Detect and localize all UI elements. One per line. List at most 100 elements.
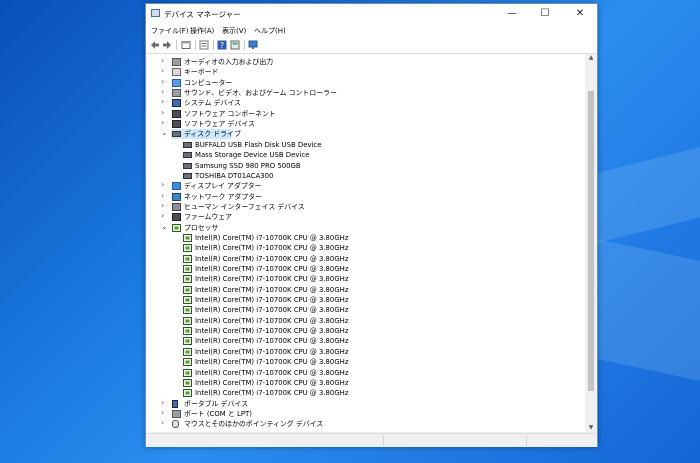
properties-icon[interactable] xyxy=(181,40,191,50)
tree-device-cpu[interactable]: Intel(R) Core(TM) i7-10700K CPU @ 3.80GH… xyxy=(147,274,585,284)
maximize-button[interactable]: ☐ xyxy=(531,4,559,24)
tree-device-cpu[interactable]: Intel(R) Core(TM) i7-10700K CPU @ 3.80GH… xyxy=(147,316,585,326)
tree-item-label: Intel(R) Core(TM) i7-10700K CPU @ 3.80GH… xyxy=(195,337,349,346)
menu-view[interactable]: 表示(V) xyxy=(222,26,246,36)
tree-device-cpu[interactable]: Intel(R) Core(TM) i7-10700K CPU @ 3.80GH… xyxy=(147,368,585,378)
tree-category[interactable]: › ソフトウェア コンポーネント xyxy=(147,108,585,119)
tree-category[interactable]: › ヒューマン インターフェイス デバイス xyxy=(147,201,585,212)
disk-icon xyxy=(183,152,192,159)
tree-item-label: ネットワーク アダプター xyxy=(184,192,262,201)
title-bar: デバイス マネージャー — ☐ ✕ xyxy=(146,4,597,24)
tree-category[interactable]: › オーディオの入力および出力 xyxy=(147,56,585,67)
expand-chevron-icon[interactable]: › xyxy=(161,418,164,428)
tree-device-disk[interactable]: BUFFALO USB Flash Disk USB Device xyxy=(147,140,585,150)
tree-item-label: ファームウェア xyxy=(184,213,233,222)
toolbar-separator xyxy=(213,40,214,50)
back-icon[interactable] xyxy=(150,40,160,50)
tree-device-cpu[interactable]: Intel(R) Core(TM) i7-10700K CPU @ 3.80GH… xyxy=(147,233,585,243)
menu-bar: ファイル(F) 操作(A) 表示(V) ヘルプ(H) xyxy=(146,24,597,37)
tree-device-cpu[interactable]: Intel(R) Core(TM) i7-10700K CPU @ 3.80GH… xyxy=(147,264,585,274)
menu-action[interactable]: 操作(A) xyxy=(190,26,214,36)
tree-device-cpu[interactable]: Intel(R) Core(TM) i7-10700K CPU @ 3.80GH… xyxy=(147,347,585,357)
tree-item-label: ディスク ドライブ xyxy=(184,130,241,139)
toolbar-separator xyxy=(195,40,196,50)
tree-item-label: Intel(R) Core(TM) i7-10700K CPU @ 3.80GH… xyxy=(195,244,349,253)
tree-item-label: Intel(R) Core(TM) i7-10700K CPU @ 3.80GH… xyxy=(195,378,349,387)
expand-chevron-icon[interactable]: › xyxy=(161,97,164,107)
tree-category[interactable]: › ファームウェア xyxy=(147,211,585,222)
devices-icon[interactable] xyxy=(230,40,240,50)
cpu-icon xyxy=(183,389,192,398)
tree-device-cpu[interactable]: Intel(R) Core(TM) i7-10700K CPU @ 3.80GH… xyxy=(147,295,585,305)
tree-category[interactable]: › マウスとそのほかのポインティング デバイス xyxy=(147,418,585,429)
cpu-icon xyxy=(183,358,192,367)
tree-item-label: Intel(R) Core(TM) i7-10700K CPU @ 3.80GH… xyxy=(195,347,349,356)
view-icon[interactable] xyxy=(199,40,209,50)
cpu-icon xyxy=(172,223,181,232)
tree-item-label: サウンド、ビデオ、およびゲーム コントローラー xyxy=(184,89,337,98)
tree-category[interactable]: › システム デバイス xyxy=(147,97,585,108)
tree-item-label: プロセッサ xyxy=(184,223,219,232)
expand-chevron-icon[interactable]: › xyxy=(161,118,164,128)
tree-category[interactable]: › ポータブル デバイス xyxy=(147,398,585,409)
folder-icon xyxy=(172,99,181,108)
tree-item-label: Intel(R) Core(TM) i7-10700K CPU @ 3.80GH… xyxy=(195,368,349,377)
expand-chevron-icon[interactable]: › xyxy=(161,56,164,66)
tree-device-cpu[interactable]: Intel(R) Core(TM) i7-10700K CPU @ 3.80GH… xyxy=(147,285,585,295)
tree-device-cpu[interactable]: Intel(R) Core(TM) i7-10700K CPU @ 3.80GH… xyxy=(147,336,585,346)
tree-device-cpu[interactable]: Intel(R) Core(TM) i7-10700K CPU @ 3.80GH… xyxy=(147,326,585,336)
tree-item-label: Intel(R) Core(TM) i7-10700K CPU @ 3.80GH… xyxy=(195,233,349,242)
tree-device-cpu[interactable]: Intel(R) Core(TM) i7-10700K CPU @ 3.80GH… xyxy=(147,243,585,253)
chip-icon xyxy=(172,120,181,129)
tree-device-cpu[interactable]: Intel(R) Core(TM) i7-10700K CPU @ 3.80GH… xyxy=(147,254,585,264)
tree-device-disk[interactable]: Samsung SSD 980 PRO 500GB xyxy=(147,161,585,171)
tree-device-cpu[interactable]: Intel(R) Core(TM) i7-10700K CPU @ 3.80GH… xyxy=(147,305,585,315)
expand-chevron-icon[interactable]: › xyxy=(161,180,164,190)
expand-chevron-icon[interactable]: › xyxy=(161,408,164,418)
collapse-chevron-icon[interactable]: ⌄ xyxy=(161,128,168,138)
expand-chevron-icon[interactable]: › xyxy=(161,87,164,97)
tree-device-disk[interactable]: Mass Storage Device USB Device xyxy=(147,150,585,160)
tree-item-label: システム デバイス xyxy=(184,99,241,108)
expand-chevron-icon[interactable]: › xyxy=(161,398,164,408)
scroll-down-arrow-icon[interactable]: ▼ xyxy=(586,424,596,432)
tree-category[interactable]: › ポート (COM と LPT) xyxy=(147,408,585,419)
close-button[interactable]: ✕ xyxy=(566,4,594,24)
scrollbar-thumb[interactable] xyxy=(588,91,594,391)
disk-icon xyxy=(183,162,192,169)
expand-chevron-icon[interactable]: › xyxy=(161,191,164,201)
expand-chevron-icon[interactable]: › xyxy=(161,66,164,76)
tree-category-disk-drives[interactable]: ⌄ ディスク ドライブ xyxy=(147,128,585,140)
tree-category[interactable]: › ソフトウェア デバイス xyxy=(147,118,585,129)
scroll-up-arrow-icon[interactable]: ▲ xyxy=(586,54,596,62)
status-divider xyxy=(383,435,384,446)
menu-file[interactable]: ファイル(F) xyxy=(151,26,189,36)
tree-category[interactable]: › サウンド、ビデオ、およびゲーム コントローラー xyxy=(147,87,585,98)
tree-device-cpu[interactable]: Intel(R) Core(TM) i7-10700K CPU @ 3.80GH… xyxy=(147,378,585,388)
expand-chevron-icon[interactable]: › xyxy=(161,108,164,118)
tree-item-label: Samsung SSD 980 PRO 500GB xyxy=(195,161,301,170)
device-manager-icon xyxy=(151,9,160,17)
minimize-button[interactable]: — xyxy=(498,4,526,24)
monitor-icon[interactable] xyxy=(248,40,258,50)
tree-item-label: ソフトウェア コンポーネント xyxy=(184,109,276,118)
forward-icon[interactable] xyxy=(162,40,172,50)
expand-chevron-icon[interactable]: › xyxy=(161,201,164,211)
tree-category[interactable]: › ネットワーク アダプター xyxy=(147,191,585,202)
device-manager-window: デバイス マネージャー — ☐ ✕ ファイル(F) 操作(A) 表示(V) ヘル… xyxy=(145,3,598,447)
tree-device-cpu[interactable]: Intel(R) Core(TM) i7-10700K CPU @ 3.80GH… xyxy=(147,388,585,398)
tree-item-label: ソフトウェア デバイス xyxy=(184,120,255,129)
tree-category[interactable]: › ディスプレイ アダプター xyxy=(147,180,585,191)
expand-chevron-icon[interactable]: › xyxy=(161,211,164,221)
tree-device-cpu[interactable]: Intel(R) Core(TM) i7-10700K CPU @ 3.80GH… xyxy=(147,357,585,367)
expand-chevron-icon[interactable]: › xyxy=(161,77,164,87)
tree-device-disk[interactable]: TOSHIBA DT01ACA300 xyxy=(147,171,585,181)
cpu-icon xyxy=(183,285,192,294)
vertical-scrollbar[interactable]: ▲ ▼ xyxy=(586,54,596,432)
collapse-chevron-icon[interactable]: ⌄ xyxy=(161,222,168,232)
tree-category[interactable]: › コンピューター xyxy=(147,77,585,88)
tree-category-processors[interactable]: ⌄ プロセッサ xyxy=(147,222,585,233)
help-icon[interactable]: ? xyxy=(217,40,227,50)
tree-category[interactable]: › キーボード xyxy=(147,66,585,77)
menu-help[interactable]: ヘルプ(H) xyxy=(254,26,286,36)
